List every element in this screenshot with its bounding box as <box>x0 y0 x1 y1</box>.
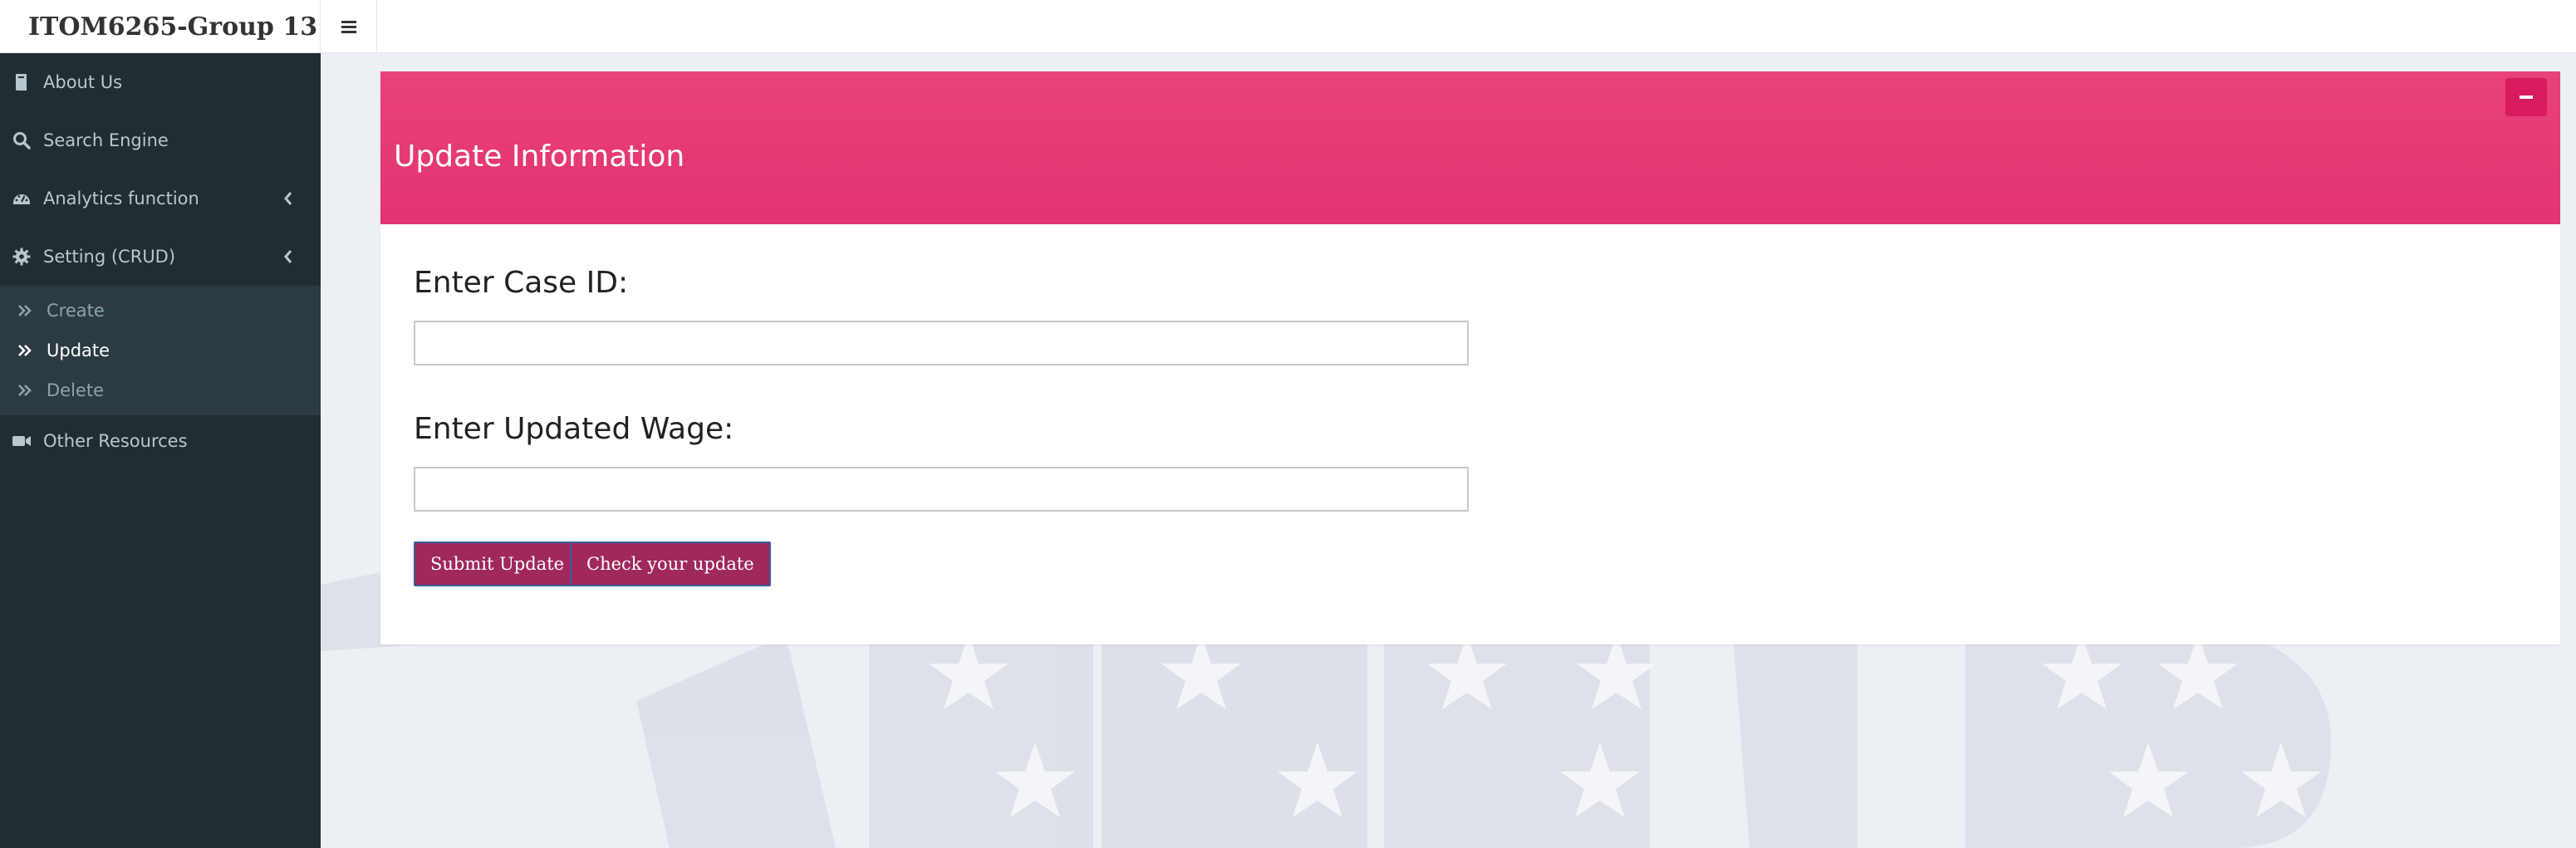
sidebar-item-label: Other Resources <box>43 431 188 451</box>
case-id-label: Enter Case ID: <box>414 266 629 300</box>
sidebar-item-about-us[interactable]: About Us <box>0 53 321 111</box>
top-header: ITOM6265-Group 13 <box>0 0 2576 53</box>
submenu-item-delete[interactable]: Delete <box>0 370 321 410</box>
sidebar: About Us Search Engine Analytics functio… <box>0 53 321 848</box>
main-content: Update Information Enter Case ID: Enter … <box>321 53 2576 848</box>
updated-wage-input[interactable] <box>414 467 1469 512</box>
update-information-panel: Update Information Enter Case ID: Enter … <box>380 71 2560 645</box>
case-id-input[interactable] <box>414 321 1469 365</box>
sidebar-item-other-resources[interactable]: Other Resources <box>0 415 321 467</box>
video-camera-icon <box>12 436 31 446</box>
submenu-item-label: Delete <box>47 380 104 400</box>
sidebar-item-label: Analytics function <box>43 189 199 208</box>
submenu-item-create[interactable]: Create <box>0 291 321 331</box>
chevron-left-icon <box>284 250 292 263</box>
sidebar-item-label: Setting (CRUD) <box>43 247 176 267</box>
search-icon <box>13 132 31 150</box>
sidebar-item-label: About Us <box>43 72 123 92</box>
app-title[interactable]: ITOM6265-Group 13 <box>0 0 321 53</box>
collapse-button[interactable] <box>2505 78 2547 116</box>
submenu-item-update[interactable]: Update <box>0 331 321 370</box>
updated-wage-label: Enter Updated Wage: <box>414 412 734 446</box>
sidebar-item-label: Search Engine <box>43 130 169 150</box>
submenu-item-label: Update <box>47 341 110 360</box>
panel-title: Update Information <box>394 140 685 174</box>
check-update-button[interactable]: Check your update <box>570 542 771 586</box>
gear-icon <box>12 248 31 266</box>
submit-update-button[interactable]: Submit Update <box>414 542 581 586</box>
sidebar-item-setting-crud[interactable]: Setting (CRUD) <box>0 228 321 286</box>
sidebar-item-analytics-function[interactable]: Analytics function <box>0 169 321 228</box>
panel-header: Update Information <box>380 71 2560 224</box>
hamburger-icon <box>341 21 356 33</box>
dashboard-icon <box>13 194 30 204</box>
sidebar-toggle-button[interactable] <box>321 0 377 53</box>
setting-submenu: Create Update Delete <box>0 286 321 415</box>
sidebar-item-search-engine[interactable]: Search Engine <box>0 111 321 169</box>
double-chevron-right-icon <box>18 385 32 396</box>
double-chevron-right-icon <box>18 345 32 356</box>
submenu-item-label: Create <box>47 301 105 321</box>
chevron-left-icon <box>284 192 292 205</box>
book-icon <box>16 74 27 91</box>
double-chevron-right-icon <box>18 305 32 316</box>
minus-icon <box>2520 96 2533 99</box>
